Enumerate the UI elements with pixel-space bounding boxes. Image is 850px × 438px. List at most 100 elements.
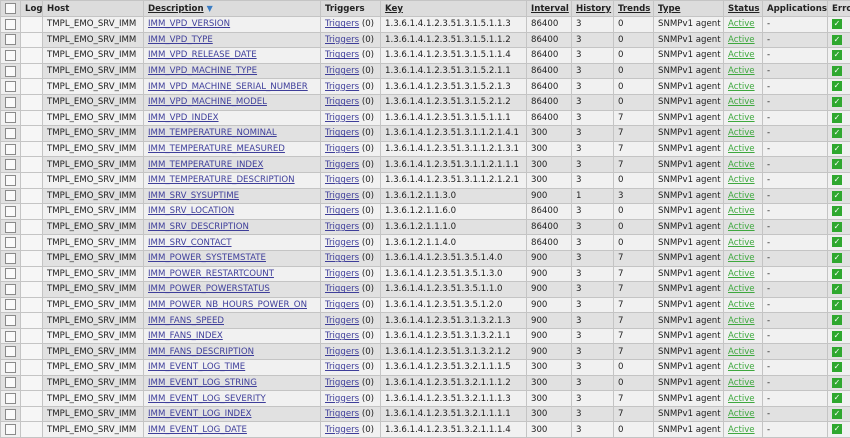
col-trends[interactable]: Trends xyxy=(614,1,654,17)
row-checkbox[interactable] xyxy=(5,222,16,233)
item-description-link[interactable]: IMM_FANS_DESCRIPTION xyxy=(148,347,254,357)
status-toggle-link[interactable]: Active xyxy=(728,253,755,263)
item-description-link[interactable]: IMM_FANS_INDEX xyxy=(148,331,223,341)
item-description-link[interactable]: IMM_VPD_MACHINE_SERIAL_NUMBER xyxy=(148,82,308,92)
status-toggle-link[interactable]: Active xyxy=(728,409,755,419)
status-toggle-link[interactable]: Active xyxy=(728,50,755,60)
row-checkbox[interactable] xyxy=(5,362,16,373)
status-toggle-link[interactable]: Active xyxy=(728,82,755,92)
triggers-link[interactable]: Triggers xyxy=(325,394,359,404)
row-checkbox[interactable] xyxy=(5,284,16,295)
status-toggle-link[interactable]: Active xyxy=(728,35,755,45)
triggers-link[interactable]: Triggers xyxy=(325,378,359,388)
row-checkbox[interactable] xyxy=(5,112,16,123)
status-toggle-link[interactable]: Active xyxy=(728,238,755,248)
status-toggle-link[interactable]: Active xyxy=(728,160,755,170)
row-checkbox[interactable] xyxy=(5,393,16,404)
item-description-link[interactable]: IMM_TEMPERATURE_INDEX xyxy=(148,160,263,170)
status-toggle-link[interactable]: Active xyxy=(728,128,755,138)
item-description-link[interactable]: IMM_VPD_RELEASE_DATE xyxy=(148,50,257,60)
col-description-label[interactable]: Description xyxy=(148,4,204,14)
triggers-link[interactable]: Triggers xyxy=(325,50,359,60)
item-description-link[interactable]: IMM_EVENT_LOG_DATE xyxy=(148,425,247,435)
triggers-link[interactable]: Triggers xyxy=(325,82,359,92)
status-toggle-link[interactable]: Active xyxy=(728,206,755,216)
item-description-link[interactable]: IMM_EVENT_LOG_INDEX xyxy=(148,409,251,419)
col-description[interactable]: Description ▼ xyxy=(144,1,321,17)
col-type[interactable]: Type xyxy=(654,1,724,17)
status-toggle-link[interactable]: Active xyxy=(728,175,755,185)
row-checkbox[interactable] xyxy=(5,409,16,420)
item-description-link[interactable]: IMM_VPD_MACHINE_MODEL xyxy=(148,97,267,107)
row-checkbox[interactable] xyxy=(5,346,16,357)
status-toggle-link[interactable]: Active xyxy=(728,284,755,294)
row-checkbox[interactable] xyxy=(5,128,16,139)
status-toggle-link[interactable]: Active xyxy=(728,347,755,357)
status-toggle-link[interactable]: Active xyxy=(728,316,755,326)
triggers-link[interactable]: Triggers xyxy=(325,300,359,310)
item-description-link[interactable]: IMM_VPD_TYPE xyxy=(148,35,213,45)
row-checkbox[interactable] xyxy=(5,331,16,342)
row-checkbox[interactable] xyxy=(5,175,16,186)
triggers-link[interactable]: Triggers xyxy=(325,425,359,435)
triggers-link[interactable]: Triggers xyxy=(325,191,359,201)
triggers-link[interactable]: Triggers xyxy=(325,269,359,279)
row-checkbox[interactable] xyxy=(5,315,16,326)
row-checkbox[interactable] xyxy=(5,377,16,388)
col-key[interactable]: Key xyxy=(381,1,527,17)
status-toggle-link[interactable]: Active xyxy=(728,331,755,341)
status-toggle-link[interactable]: Active xyxy=(728,378,755,388)
triggers-link[interactable]: Triggers xyxy=(325,144,359,154)
status-toggle-link[interactable]: Active xyxy=(728,66,755,76)
item-description-link[interactable]: IMM_SRV_DESCRIPTION xyxy=(148,222,249,232)
item-description-link[interactable]: IMM_FANS_SPEED xyxy=(148,316,224,326)
triggers-link[interactable]: Triggers xyxy=(325,206,359,216)
triggers-link[interactable]: Triggers xyxy=(325,97,359,107)
row-checkbox[interactable] xyxy=(5,81,16,92)
status-toggle-link[interactable]: Active xyxy=(728,394,755,404)
row-checkbox[interactable] xyxy=(5,253,16,264)
triggers-link[interactable]: Triggers xyxy=(325,362,359,372)
item-description-link[interactable]: IMM_POWER_RESTARTCOUNT xyxy=(148,269,274,279)
col-status[interactable]: Status xyxy=(724,1,763,17)
row-checkbox[interactable] xyxy=(5,19,16,30)
row-checkbox[interactable] xyxy=(5,268,16,279)
item-description-link[interactable]: IMM_POWER_POWERSTATUS xyxy=(148,284,270,294)
item-description-link[interactable]: IMM_EVENT_LOG_TIME xyxy=(148,362,245,372)
item-description-link[interactable]: IMM_TEMPERATURE_MEASURED xyxy=(148,144,285,154)
triggers-link[interactable]: Triggers xyxy=(325,19,359,29)
status-toggle-link[interactable]: Active xyxy=(728,144,755,154)
row-checkbox[interactable] xyxy=(5,237,16,248)
item-description-link[interactable]: IMM_SRV_LOCATION xyxy=(148,206,234,216)
status-toggle-link[interactable]: Active xyxy=(728,362,755,372)
row-checkbox[interactable] xyxy=(5,190,16,201)
triggers-link[interactable]: Triggers xyxy=(325,284,359,294)
triggers-link[interactable]: Triggers xyxy=(325,253,359,263)
item-description-link[interactable]: IMM_TEMPERATURE_NOMINAL xyxy=(148,128,277,138)
status-toggle-link[interactable]: Active xyxy=(728,113,755,123)
item-description-link[interactable]: IMM_VPD_MACHINE_TYPE xyxy=(148,66,257,76)
triggers-link[interactable]: Triggers xyxy=(325,66,359,76)
triggers-link[interactable]: Triggers xyxy=(325,222,359,232)
triggers-link[interactable]: Triggers xyxy=(325,128,359,138)
row-checkbox[interactable] xyxy=(5,66,16,77)
select-all-checkbox[interactable] xyxy=(5,3,16,14)
triggers-link[interactable]: Triggers xyxy=(325,347,359,357)
triggers-link[interactable]: Triggers xyxy=(325,238,359,248)
status-toggle-link[interactable]: Active xyxy=(728,425,755,435)
status-toggle-link[interactable]: Active xyxy=(728,300,755,310)
col-interval[interactable]: Interval xyxy=(527,1,572,17)
row-checkbox[interactable] xyxy=(5,299,16,310)
triggers-link[interactable]: Triggers xyxy=(325,35,359,45)
status-toggle-link[interactable]: Active xyxy=(728,222,755,232)
item-description-link[interactable]: IMM_EVENT_LOG_STRING xyxy=(148,378,257,388)
triggers-link[interactable]: Triggers xyxy=(325,316,359,326)
row-checkbox[interactable] xyxy=(5,50,16,61)
triggers-link[interactable]: Triggers xyxy=(325,331,359,341)
row-checkbox[interactable] xyxy=(5,424,16,435)
item-description-link[interactable]: IMM_SRV_CONTACT xyxy=(148,238,232,248)
triggers-link[interactable]: Triggers xyxy=(325,175,359,185)
item-description-link[interactable]: IMM_POWER_NB_HOURS_POWER_ON xyxy=(148,300,307,310)
row-checkbox[interactable] xyxy=(5,97,16,108)
item-description-link[interactable]: IMM_POWER_SYSTEMSTATE xyxy=(148,253,266,263)
